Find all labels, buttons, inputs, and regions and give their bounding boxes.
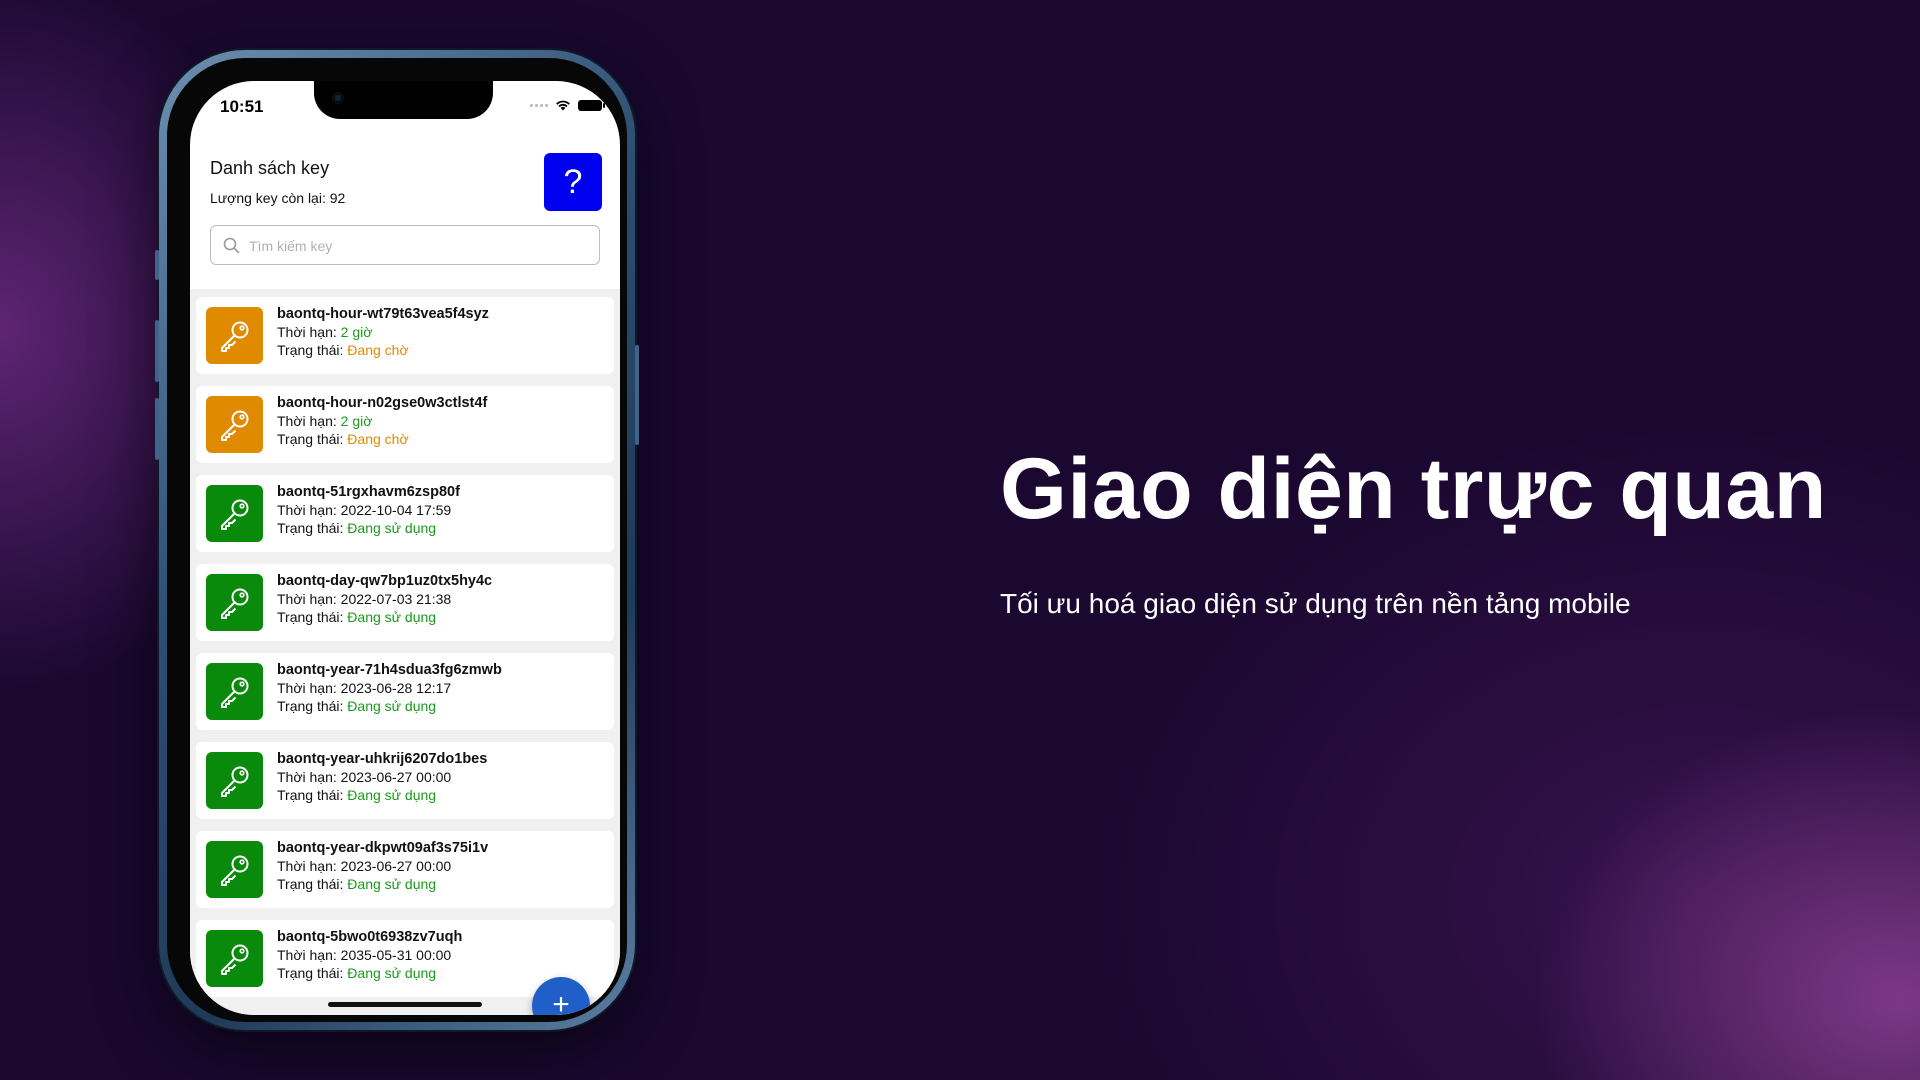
action-button bbox=[155, 250, 159, 280]
remaining-keys-count: Lượng key còn lại: 92 bbox=[210, 190, 346, 206]
key-icon bbox=[206, 307, 263, 364]
key-name: baontq-year-71h4sdua3fg6zmwb bbox=[277, 662, 502, 678]
key-name: baontq-hour-n02gse0w3ctlst4f bbox=[277, 395, 488, 411]
key-list-item[interactable]: baontq-day-qw7bp1uz0tx5hy4c Thời hạn: 202… bbox=[196, 564, 614, 641]
key-icon bbox=[206, 930, 263, 987]
key-expiry: Thời hạn: 2023-06-27 00:00 bbox=[277, 858, 451, 874]
status-label: Trạng thái: bbox=[277, 965, 348, 981]
status-value: Đang chờ bbox=[347, 342, 409, 358]
search-box[interactable] bbox=[210, 225, 600, 266]
expiry-label: Thời hạn: bbox=[277, 680, 341, 696]
key-name: baontq-51rgxhavm6zsp80f bbox=[277, 484, 460, 500]
status-icons bbox=[530, 99, 605, 111]
promo-headline: Giao diện trực quan bbox=[1000, 441, 1827, 537]
status-value: Đang sử dụng bbox=[347, 965, 437, 981]
expiry-value: 2022-07-03 21:38 bbox=[340, 591, 452, 607]
key-status: Trạng thái: Đang sử dụng bbox=[277, 876, 436, 892]
power-button bbox=[635, 345, 639, 445]
key-icon bbox=[206, 663, 263, 720]
key-expiry: Thời hạn: 2022-07-03 21:38 bbox=[277, 591, 451, 607]
status-label: Trạng thái: bbox=[277, 609, 348, 625]
phone-bezel: 10:51 Danh sách key Lượng key còn lại: 9… bbox=[167, 58, 627, 1022]
status-label: Trạng thái: bbox=[277, 876, 348, 892]
key-name: baontq-year-uhkrij6207do1bes bbox=[277, 751, 488, 767]
expiry-value: 2035-05-31 00:00 bbox=[340, 947, 452, 963]
key-expiry: Thời hạn: 2022-10-04 17:59 bbox=[277, 502, 451, 518]
promo-subline: Tối ưu hoá giao diện sử dụng trên nền tả… bbox=[1000, 588, 1631, 619]
status-label: Trạng thái: bbox=[277, 787, 348, 803]
key-list-item[interactable]: baontq-hour-n02gse0w3ctlst4f Thời hạn: 2 … bbox=[196, 386, 614, 463]
wifi-icon bbox=[556, 100, 570, 111]
key-list-item[interactable]: baontq-year-dkpwt09af3s75i1v Thời hạn: 20… bbox=[196, 831, 614, 908]
signal-icon bbox=[530, 103, 548, 107]
status-value: Đang sử dụng bbox=[347, 520, 437, 536]
status-value: Đang chờ bbox=[347, 431, 409, 447]
key-icon bbox=[206, 841, 263, 898]
expiry-value: 2023-06-27 00:00 bbox=[340, 769, 452, 785]
expiry-value: 2 giờ bbox=[340, 324, 373, 340]
status-value: Đang sử dụng bbox=[347, 876, 437, 892]
status-label: Trạng thái: bbox=[277, 431, 348, 447]
key-list-item[interactable]: baontq-hour-wt79t63vea5f4syz Thời hạn: 2 … bbox=[196, 297, 614, 374]
expiry-value: 2023-06-27 00:00 bbox=[340, 858, 452, 874]
notch bbox=[314, 81, 493, 119]
key-status: Trạng thái: Đang sử dụng bbox=[277, 609, 436, 625]
key-status: Trạng thái: Đang sử dụng bbox=[277, 965, 436, 981]
status-value: Đang sử dụng bbox=[347, 698, 437, 714]
key-status: Trạng thái: Đang sử dụng bbox=[277, 520, 436, 536]
home-indicator bbox=[328, 1002, 482, 1007]
expiry-label: Thời hạn: bbox=[277, 769, 341, 785]
key-name: baontq-day-qw7bp1uz0tx5hy4c bbox=[277, 573, 493, 589]
key-name: baontq-hour-wt79t63vea5f4syz bbox=[277, 306, 489, 322]
camera-icon bbox=[332, 92, 344, 104]
key-expiry: Thời hạn: 2023-06-28 12:17 bbox=[277, 680, 451, 696]
expiry-label: Thời hạn: bbox=[277, 858, 341, 874]
status-label: Trạng thái: bbox=[277, 698, 348, 714]
key-icon bbox=[206, 485, 263, 542]
key-name: baontq-year-dkpwt09af3s75i1v bbox=[277, 840, 489, 856]
help-button[interactable]: ? bbox=[544, 153, 602, 211]
key-icon bbox=[206, 396, 263, 453]
battery-icon bbox=[578, 99, 605, 111]
key-list-item[interactable]: baontq-year-71h4sdua3fg6zmwb Thời hạn: 20… bbox=[196, 653, 614, 730]
status-value: Đang sử dụng bbox=[347, 787, 437, 803]
status-label: Trạng thái: bbox=[277, 342, 348, 358]
search-icon bbox=[223, 237, 240, 254]
status-value: Đang sử dụng bbox=[347, 609, 437, 625]
key-status: Trạng thái: Đang chờ bbox=[277, 431, 409, 447]
key-status: Trạng thái: Đang sử dụng bbox=[277, 698, 436, 714]
key-icon bbox=[206, 574, 263, 631]
volume-down-button bbox=[155, 398, 159, 460]
key-expiry: Thời hạn: 2 giờ bbox=[277, 324, 372, 340]
page-title: Danh sách key bbox=[210, 158, 330, 178]
expiry-label: Thời hạn: bbox=[277, 324, 341, 340]
key-status: Trạng thái: Đang chờ bbox=[277, 342, 409, 358]
key-status: Trạng thái: Đang sử dụng bbox=[277, 787, 436, 803]
key-expiry: Thời hạn: 2 giờ bbox=[277, 413, 372, 429]
expiry-label: Thời hạn: bbox=[277, 947, 341, 963]
search-input[interactable] bbox=[247, 226, 591, 266]
key-expiry: Thời hạn: 2035-05-31 00:00 bbox=[277, 947, 451, 963]
key-list-item[interactable]: baontq-51rgxhavm6zsp80f Thời hạn: 2022-10… bbox=[196, 475, 614, 552]
key-list[interactable]: baontq-hour-wt79t63vea5f4syz Thời hạn: 2 … bbox=[190, 289, 620, 1015]
status-time: 10:51 bbox=[220, 97, 264, 116]
expiry-label: Thời hạn: bbox=[277, 413, 341, 429]
phone-frame: 10:51 Danh sách key Lượng key còn lại: 9… bbox=[155, 50, 639, 1030]
expiry-value: 2022-10-04 17:59 bbox=[340, 502, 452, 518]
expiry-value: 2023-06-28 12:17 bbox=[340, 680, 452, 696]
volume-up-button bbox=[155, 320, 159, 382]
expiry-value: 2 giờ bbox=[340, 413, 373, 429]
key-list-item[interactable]: baontq-year-uhkrij6207do1bes Thời hạn: 20… bbox=[196, 742, 614, 819]
key-icon bbox=[206, 752, 263, 809]
key-name: baontq-5bwo0t6938zv7uqh bbox=[277, 929, 463, 945]
expiry-label: Thời hạn: bbox=[277, 502, 341, 518]
phone-screen: 10:51 Danh sách key Lượng key còn lại: 9… bbox=[190, 81, 620, 1015]
expiry-label: Thời hạn: bbox=[277, 591, 341, 607]
status-label: Trạng thái: bbox=[277, 520, 348, 536]
key-expiry: Thời hạn: 2023-06-27 00:00 bbox=[277, 769, 451, 785]
